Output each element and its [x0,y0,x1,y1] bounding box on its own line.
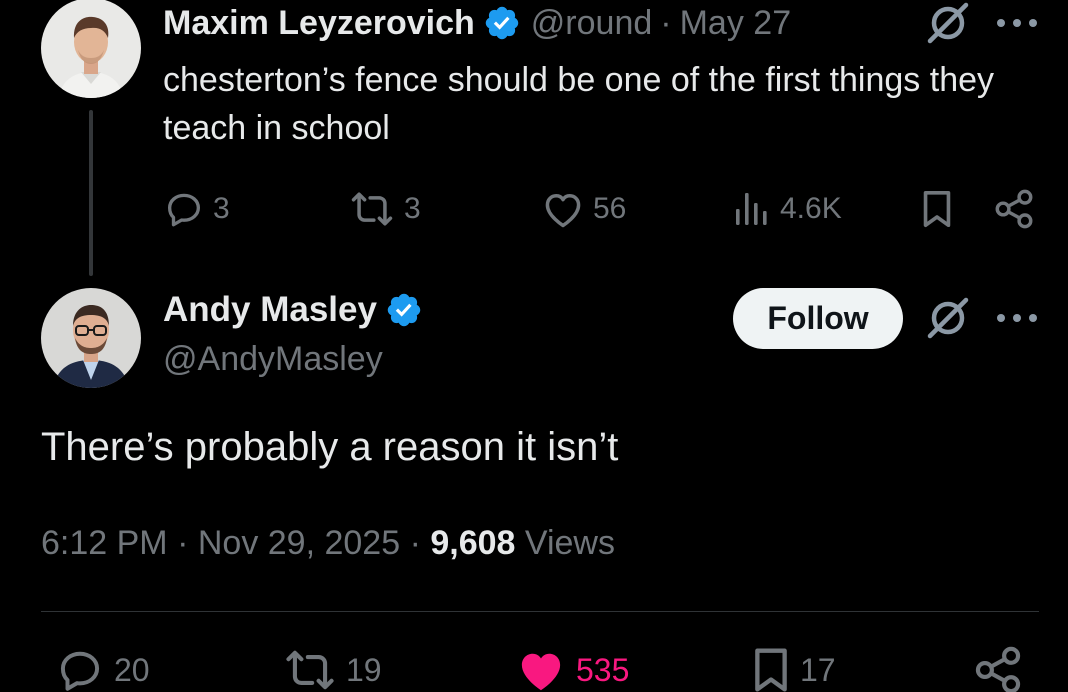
views-label: Views [524,524,615,562]
parent-author-avatar[interactable] [41,0,141,98]
main-tweet-meta: 6:12 PM · Nov 29, 2025 · 9,608 Views [41,524,615,563]
verified-badge-icon[interactable] [385,291,423,329]
bookmark-icon [750,645,792,692]
tweet-time[interactable]: 6:12 PM [41,524,168,562]
repost-icon [348,188,396,230]
bookmark-icon [918,188,956,230]
share-icon [994,188,1034,230]
reply-count: 20 [114,651,150,688]
share-button[interactable] [974,646,1022,692]
bookmark-button[interactable] [918,185,956,233]
views-count[interactable]: 9,608 [430,524,515,562]
parent-author-name[interactable]: Maxim Leyzerovich [163,4,475,43]
bookmark-button[interactable]: 17 [750,646,836,692]
divider [41,611,1039,612]
main-tweet-actions: 20 19 535 17 [0,646,1068,692]
more-options-icon[interactable] [997,17,1037,29]
parent-author-handle[interactable]: @round [531,4,652,43]
share-icon [974,645,1022,692]
verified-badge-icon[interactable] [483,4,521,42]
bookmark-count: 17 [800,651,836,688]
follow-button[interactable]: Follow [733,288,903,349]
main-tweet-text: There’s probably a reason it isn’t [41,425,619,469]
like-icon [541,188,585,230]
grok-icon[interactable] [926,296,970,340]
views-count: 4.6K [780,192,842,225]
parent-tweet-date[interactable]: May 27 [680,4,792,43]
separator-dot: · [409,524,421,562]
repost-button[interactable]: 3 [348,185,421,233]
reply-button[interactable]: 20 [54,646,150,692]
reply-icon [54,645,106,692]
reply-count: 3 [213,192,230,225]
repost-button[interactable]: 19 [282,646,382,692]
views-icon [732,189,772,229]
repost-icon [282,646,338,692]
like-count: 535 [576,651,630,688]
like-count: 56 [593,192,627,225]
parent-tweet-text: chesterton’s fence should be one of the … [163,61,995,147]
repost-count: 19 [346,651,382,688]
reply-button[interactable]: 3 [163,185,230,233]
tweet-date[interactable]: Nov 29, 2025 [198,524,400,562]
like-icon [514,645,568,692]
parent-tweet-actions: 3 3 56 4.6K [0,185,1068,233]
main-author-handle[interactable]: @AndyMasley [163,340,383,379]
reply-icon [163,188,205,230]
main-author-name-row: Andy Masley [163,290,423,330]
repost-count: 3 [404,192,421,225]
more-options-icon[interactable] [997,312,1037,324]
like-button[interactable]: 56 [541,185,626,233]
parent-tweet-header: Maxim Leyzerovich @round · May 27 [163,0,791,46]
share-button[interactable] [994,185,1034,233]
main-author-avatar[interactable] [41,288,141,388]
like-button[interactable]: 535 [514,646,629,692]
tweet-thread: Maxim Leyzerovich @round · May 27 cheste… [0,0,1068,692]
views-button[interactable]: 4.6K [732,185,842,233]
main-author-name[interactable]: Andy Masley [163,290,377,330]
separator-dot: · [660,3,672,42]
separator-dot: · [177,524,189,562]
grok-icon[interactable] [926,1,970,45]
